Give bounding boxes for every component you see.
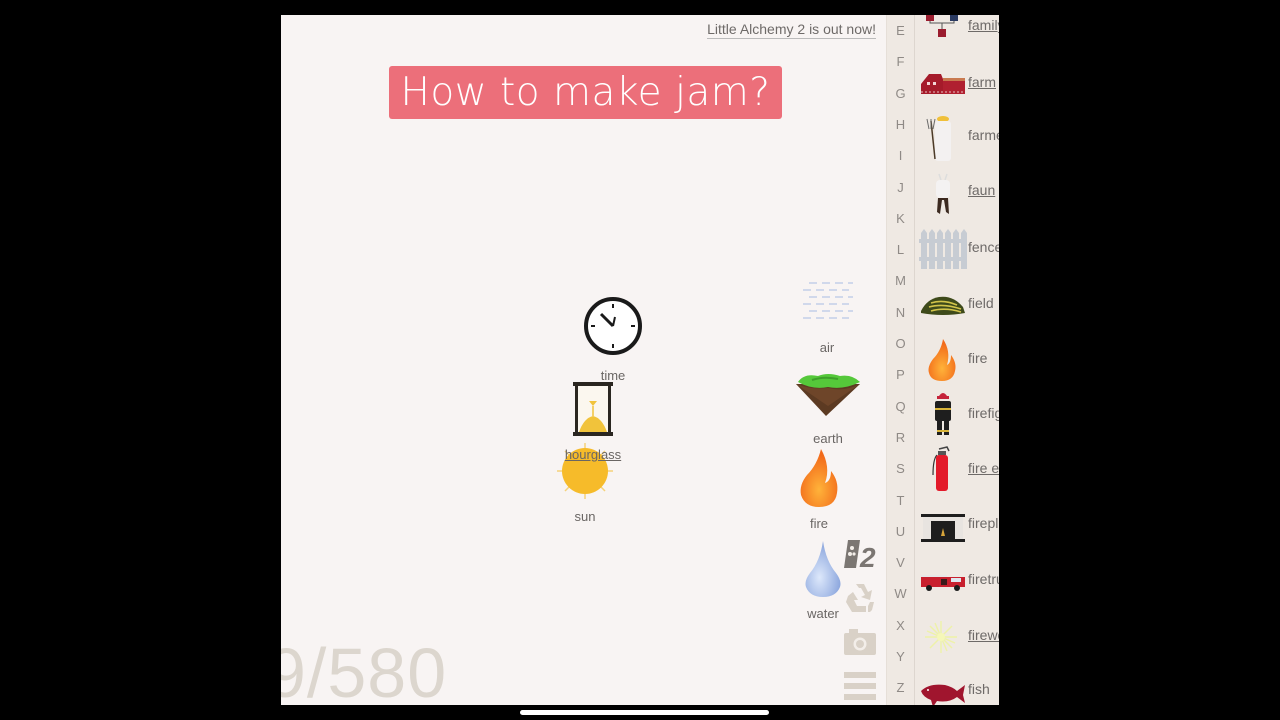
library-item-label: faun xyxy=(968,182,996,198)
element-library-list[interactable]: family farm xyxy=(915,15,999,705)
library-item-farm[interactable]: farm xyxy=(915,62,999,117)
library-item-label: fence xyxy=(968,239,999,255)
hourglass-icon xyxy=(573,382,613,436)
library-item-farmer[interactable]: farmer xyxy=(915,113,999,168)
alphabet-letter-i[interactable]: I xyxy=(887,148,914,163)
library-item-fireplace[interactable]: fireplace xyxy=(915,498,999,553)
alphabet-letter-x[interactable]: X xyxy=(887,618,914,633)
field-icon xyxy=(921,296,965,315)
little-alchemy-2-promo-link[interactable]: Little Alchemy 2 is out now! xyxy=(707,21,876,39)
little-alchemy-2-button[interactable]: 2 xyxy=(842,536,878,576)
firework-icon xyxy=(925,621,957,653)
fireplace-icon xyxy=(921,514,965,542)
library-item-firefighter[interactable]: firefighter xyxy=(915,388,999,443)
workspace-element-hourglass[interactable]: hourglass xyxy=(555,380,631,462)
library-item-fire[interactable]: fire xyxy=(915,333,999,388)
discovered-elements-counter: 9/580 xyxy=(281,634,448,705)
library-item-label: firetruck xyxy=(968,571,999,587)
alphabet-letter-f[interactable]: F xyxy=(887,54,914,69)
recycle-icon xyxy=(846,584,874,612)
library-item-firetruck[interactable]: firetruck xyxy=(915,555,999,610)
alphabet-letter-o[interactable]: O xyxy=(887,336,914,351)
element-label: hourglass xyxy=(564,447,622,462)
alphabet-letter-v[interactable]: V xyxy=(887,555,914,570)
library-item-label: field xyxy=(968,295,994,311)
workspace-element-earth[interactable]: earth xyxy=(791,370,865,446)
library-item-label: fireplace xyxy=(968,515,999,531)
element-label: sun xyxy=(574,509,596,524)
alphabet-letter-j[interactable]: J xyxy=(887,180,914,195)
library-item-fish[interactable]: fish xyxy=(915,665,999,705)
library-item-label: firework xyxy=(968,627,999,643)
fence-icon xyxy=(919,229,967,269)
alphabet-letter-y[interactable]: Y xyxy=(887,649,914,664)
library-item-faun[interactable]: faun xyxy=(915,168,999,223)
alphabet-letter-l[interactable]: L xyxy=(887,242,914,257)
element-label: fire xyxy=(809,516,829,531)
alphabet-letter-h[interactable]: H xyxy=(887,117,914,132)
fire-extinguisher-icon xyxy=(932,446,950,491)
library-item-label: fish xyxy=(968,681,990,697)
fire-icon xyxy=(800,449,838,507)
element-library-sidebar: E F G H I J K L M N O P Q R S T U V W X Y Z family xyxy=(886,15,999,705)
alphabet-letter-w[interactable]: W xyxy=(887,586,914,601)
alphabet-letter-n[interactable]: N xyxy=(887,305,914,320)
workspace-element-time[interactable]: time xyxy=(577,295,649,383)
barn-icon xyxy=(921,74,965,94)
fish-icon xyxy=(921,684,965,705)
toolbar: 2 xyxy=(842,536,878,705)
element-label: earth xyxy=(813,431,843,446)
home-indicator-bar[interactable] xyxy=(520,710,769,715)
alphabet-letter-u[interactable]: U xyxy=(887,524,914,539)
family-icon xyxy=(926,15,958,37)
clock-icon xyxy=(584,297,642,355)
alphabet-letter-z[interactable]: Z xyxy=(887,680,914,695)
screenshot-button[interactable] xyxy=(842,624,878,664)
alphabet-index: E F G H I J K L M N O P Q R S T U V W X Y Z xyxy=(887,15,915,705)
air-icon xyxy=(803,282,853,319)
hint-question-banner: How to make jam? xyxy=(389,66,782,119)
alphabet-letter-t[interactable]: T xyxy=(887,493,914,508)
game-screen: Little Alchemy 2 is out now! How to make… xyxy=(281,15,999,705)
alphabet-letter-q[interactable]: Q xyxy=(887,399,914,414)
library-item-firework[interactable]: firework xyxy=(915,611,999,666)
library-item-fence[interactable]: fence xyxy=(915,223,999,278)
library-item-fire-extinguisher[interactable]: fire extinguisher xyxy=(915,443,999,498)
alphabet-letter-g[interactable]: G xyxy=(887,86,914,101)
library-item-label: fire extinguisher xyxy=(968,460,999,476)
alphabet-letter-e[interactable]: E xyxy=(887,23,914,38)
alphabet-letter-m[interactable]: M xyxy=(887,273,914,288)
library-item-family[interactable]: family xyxy=(915,15,999,62)
alphabet-letter-s[interactable]: S xyxy=(887,461,914,476)
earth-icon xyxy=(796,374,860,416)
farmer-icon xyxy=(926,116,951,161)
alphabet-letter-r[interactable]: R xyxy=(887,430,914,445)
workspace[interactable]: Little Alchemy 2 is out now! How to make… xyxy=(281,15,886,705)
fire-icon xyxy=(928,339,956,381)
alphabet-letter-k[interactable]: K xyxy=(887,211,914,226)
camera-icon xyxy=(844,629,876,655)
library-item-field[interactable]: field xyxy=(915,279,999,334)
menu-button[interactable] xyxy=(842,668,878,705)
element-label: air xyxy=(819,340,835,355)
firetruck-icon xyxy=(921,575,965,591)
firefighter-icon xyxy=(935,393,951,435)
workspace-element-air[interactable]: air xyxy=(791,275,863,355)
library-item-label: firefighter xyxy=(968,405,999,421)
library-item-label: farmer xyxy=(968,127,999,143)
alphabet-letter-p[interactable]: P xyxy=(887,367,914,382)
la2-logo-icon: 2 xyxy=(844,540,876,573)
library-item-label: farm xyxy=(968,74,996,90)
water-drop-icon xyxy=(805,541,841,597)
recycle-button[interactable] xyxy=(842,580,878,620)
svg-text:2: 2 xyxy=(859,542,876,572)
library-item-label: fire xyxy=(968,350,988,366)
faun-icon xyxy=(936,173,950,214)
workspace-element-fire[interactable]: fire xyxy=(791,447,847,531)
hamburger-menu-icon xyxy=(844,672,876,700)
library-item-label: family xyxy=(968,17,999,33)
